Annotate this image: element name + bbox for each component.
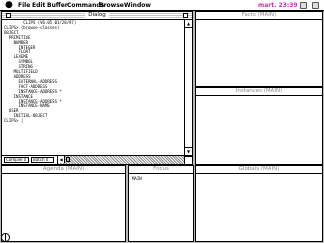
menu-bar: ● File Edit Buffer Commands Browse Windo…: [0, 0, 324, 11]
scroll-up-arrow-icon[interactable]: ▲: [185, 20, 192, 28]
focus-list: MAIN: [129, 174, 193, 241]
menu-edit[interactable]: Edit: [32, 0, 45, 11]
focus-titlebar[interactable]: Focus: [129, 166, 193, 174]
focus-title: Focus: [150, 166, 172, 173]
close-box-icon[interactable]: [6, 13, 11, 18]
help-icon[interactable]: [300, 2, 307, 9]
globals-title: Globals (MAIN): [235, 166, 283, 173]
agenda-titlebar[interactable]: Agenda (MAIN): [2, 166, 125, 174]
menu-window[interactable]: Window: [124, 0, 151, 11]
globals-window: Globals (MAIN): [195, 165, 323, 242]
compile-counter: Compile 0: [4, 157, 29, 163]
menubar-clock[interactable]: mart. 23:39: [258, 0, 298, 11]
focus-window: Focus MAIN: [128, 165, 194, 242]
dialog-console[interactable]: CLIPS (V6.05 01/28/97) CLIPS> (browse-cl…: [2, 20, 192, 164]
globals-titlebar[interactable]: Globals (MAIN): [196, 166, 322, 174]
menu-file[interactable]: File: [18, 0, 30, 11]
focus-item-main[interactable]: MAIN: [132, 176, 142, 181]
agenda-title: Agenda (MAIN): [39, 166, 88, 173]
watch-cursor-icon: [1, 233, 10, 242]
menu-buffer[interactable]: Buffer: [47, 0, 68, 11]
apple-icon[interactable]: ●: [5, 0, 13, 11]
scroll-down-arrow-icon[interactable]: ▼: [185, 147, 192, 155]
dialog-window: Dialog CLIPS (V6.05 01/28/97) CLIPS> (br…: [1, 11, 193, 165]
facts-window: Facts (MAIN): [195, 11, 323, 87]
resize-grow-box-icon[interactable]: [184, 156, 192, 164]
facts-title: Facts (MAIN): [238, 12, 280, 19]
dialog-horizontal-scrollbar[interactable]: ◀: [57, 156, 184, 164]
menu-browse[interactable]: Browse: [99, 0, 124, 11]
zoom-box-icon[interactable]: [183, 13, 188, 18]
application-icon[interactable]: [312, 2, 319, 9]
dialog-vertical-scrollbar[interactable]: ▲ ▼: [184, 20, 192, 155]
dialog-titlebar[interactable]: Dialog: [2, 12, 192, 20]
instances-titlebar[interactable]: Instances (MAIN): [196, 88, 322, 96]
batch-counter: Batch 0: [31, 157, 54, 163]
scroll-left-arrow-icon[interactable]: ◀: [58, 156, 65, 163]
dialog-title: Dialog: [85, 12, 109, 19]
instances-window: Instances (MAIN): [195, 87, 323, 165]
facts-titlebar[interactable]: Facts (MAIN): [196, 12, 322, 20]
console-text[interactable]: CLIPS (V6.05 01/28/97) CLIPS> (browse-cl…: [4, 20, 183, 124]
instances-title: Instances (MAIN): [232, 88, 286, 95]
agenda-window: Agenda (MAIN): [1, 165, 126, 242]
horizontal-scroll-thumb[interactable]: [66, 157, 70, 162]
dialog-status-bar: Compile 0 Batch 0 ◀: [2, 155, 192, 164]
